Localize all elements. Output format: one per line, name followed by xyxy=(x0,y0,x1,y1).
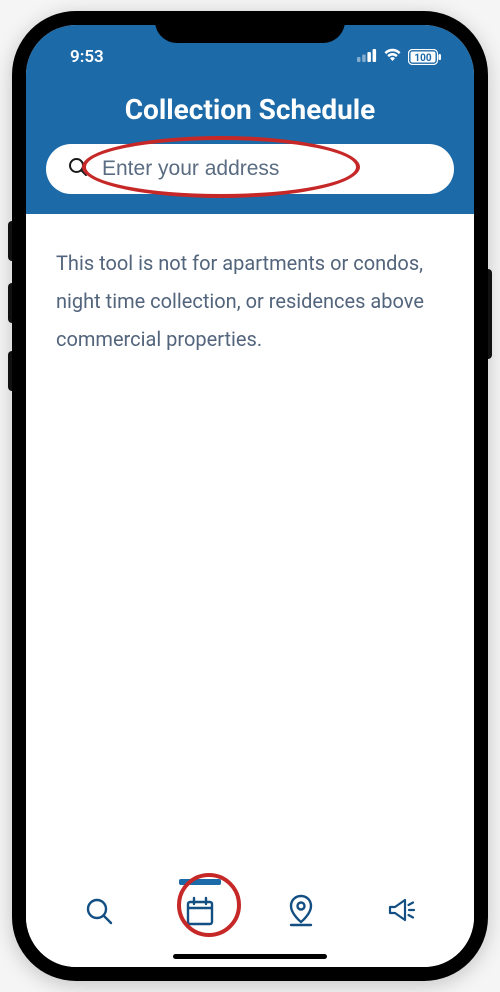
status-icons: 100 xyxy=(357,47,442,67)
nav-calendar[interactable] xyxy=(172,885,228,941)
disclaimer-text: This tool is not for apartments or condo… xyxy=(56,244,444,358)
calendar-icon xyxy=(184,895,216,931)
search-icon xyxy=(84,896,114,930)
page-title: Collection Schedule xyxy=(26,93,474,126)
nav-search[interactable] xyxy=(71,885,127,941)
search-icon xyxy=(68,157,88,181)
wifi-icon xyxy=(383,47,402,67)
search-wrap xyxy=(46,144,454,194)
nav-location[interactable] xyxy=(273,885,329,941)
content-area: This tool is not for apartments or condo… xyxy=(26,214,474,875)
screen: 9:53 xyxy=(26,25,474,967)
bottom-nav xyxy=(26,875,474,967)
svg-text:100: 100 xyxy=(414,53,431,64)
status-time: 9:53 xyxy=(70,47,104,67)
notch xyxy=(155,11,345,43)
nav-announcements[interactable] xyxy=(374,885,430,941)
battery-icon: 100 xyxy=(408,49,442,65)
phone-frame: 9:53 xyxy=(12,11,488,981)
megaphone-icon xyxy=(386,896,418,930)
search-bar[interactable] xyxy=(46,144,454,194)
address-input[interactable] xyxy=(102,157,434,181)
header: 9:53 xyxy=(26,25,474,214)
home-indicator[interactable] xyxy=(173,954,327,959)
cellular-icon xyxy=(357,47,377,67)
location-pin-icon xyxy=(286,894,316,932)
